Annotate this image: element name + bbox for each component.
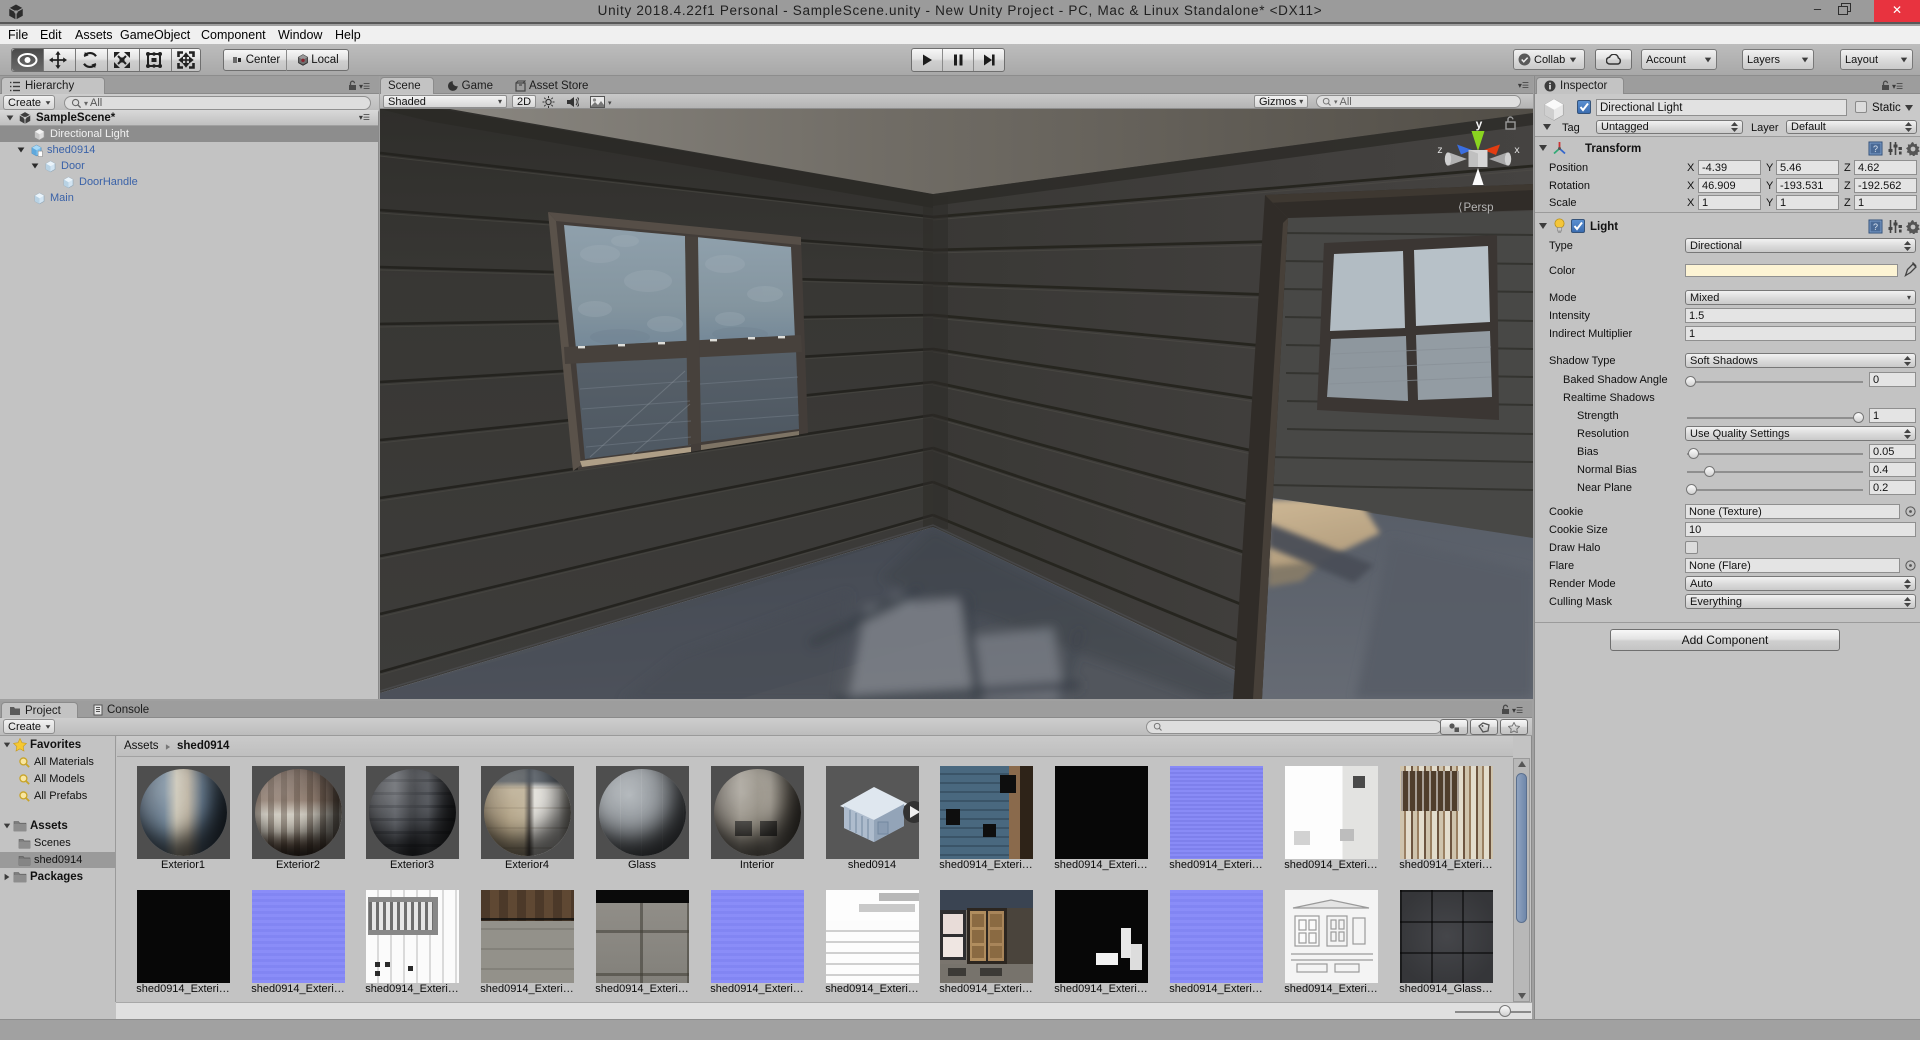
svg-text:?: ? xyxy=(1873,222,1878,232)
svg-text:y: y xyxy=(1476,117,1483,131)
svg-text:?: ? xyxy=(1873,144,1878,154)
svg-text:x: x xyxy=(1514,144,1520,156)
svg-text:z: z xyxy=(1437,144,1442,156)
svg-text:⟨ Persp: ⟨ Persp xyxy=(1458,201,1494,214)
